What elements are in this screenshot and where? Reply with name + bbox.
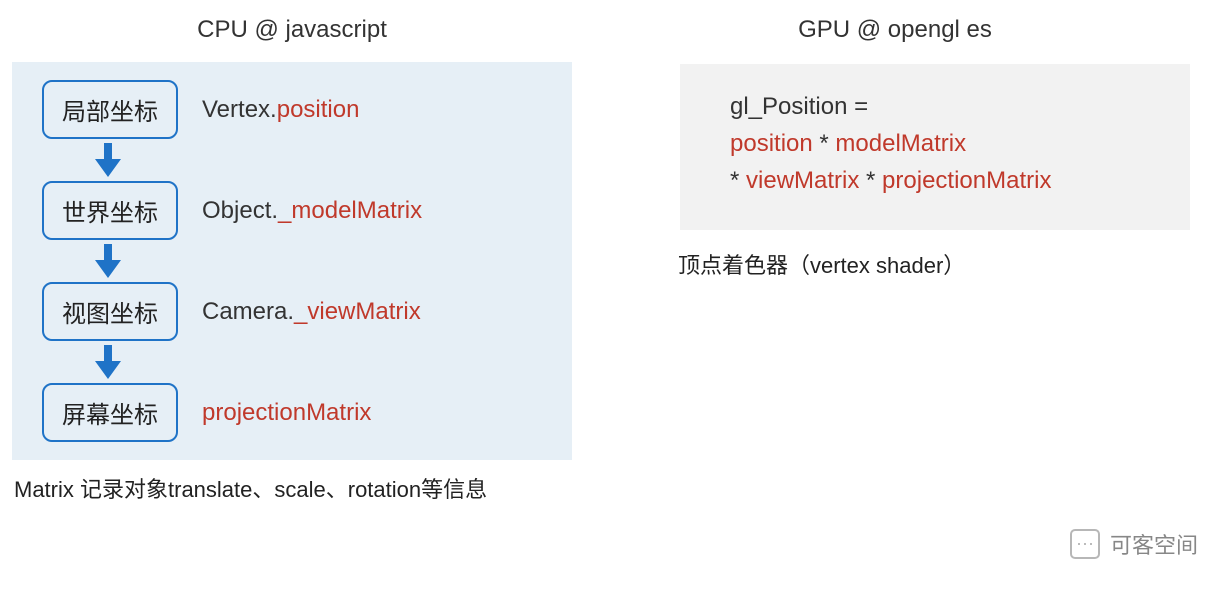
arrow-down-icon: [42, 345, 174, 379]
cpu-heading: CPU @ javascript: [12, 16, 572, 44]
step-red: _viewMatrix: [294, 298, 421, 325]
code-red: modelMatrix: [835, 130, 966, 157]
step-label-view: Camera._viewMatrix: [202, 298, 421, 326]
step-red: projectionMatrix: [202, 399, 371, 426]
step-label-local: Vertex.position: [202, 96, 359, 124]
gpu-heading: GPU @ opengl es: [640, 16, 1150, 44]
watermark: ⋯ 可客空间: [1070, 528, 1198, 560]
step-red: _modelMatrix: [278, 197, 422, 224]
cpu-column: CPU @ javascript 局部坐标 Vertex.position 世界…: [12, 16, 572, 504]
cpu-panel: 局部坐标 Vertex.position 世界坐标 Object._modelM…: [12, 62, 572, 460]
step-world: 世界坐标 Object._modelMatrix: [42, 181, 554, 240]
step-screen: 屏幕坐标 projectionMatrix: [42, 383, 554, 442]
code-red: viewMatrix: [746, 167, 859, 194]
watermark-text: 可客空间: [1110, 528, 1198, 560]
code-red: projectionMatrix: [882, 167, 1051, 194]
code-op: *: [730, 167, 746, 194]
arrow-down-icon: [42, 244, 174, 278]
step-prefix: Vertex.: [202, 96, 277, 123]
gpu-column: GPU @ opengl es gl_Position = position *…: [680, 16, 1190, 280]
code-line-2: position * modelMatrix: [730, 125, 1160, 162]
gpu-panel: gl_Position = position * modelMatrix * v…: [680, 64, 1190, 230]
cpu-footnote: Matrix 记录对象translate、scale、rotation等信息: [14, 472, 572, 504]
step-box-world: 世界坐标: [42, 181, 178, 240]
step-label-screen: projectionMatrix: [202, 399, 371, 427]
step-label-world: Object._modelMatrix: [202, 197, 422, 225]
code-op: *: [859, 167, 882, 194]
step-box-view: 视图坐标: [42, 282, 178, 341]
code-red: position: [730, 130, 813, 157]
gpu-caption: 顶点着色器（vertex shader）: [678, 248, 1190, 280]
step-view: 视图坐标 Camera._viewMatrix: [42, 282, 554, 341]
step-box-screen: 屏幕坐标: [42, 383, 178, 442]
step-prefix: Object.: [202, 197, 278, 224]
wechat-icon: ⋯: [1070, 529, 1100, 559]
step-local: 局部坐标 Vertex.position: [42, 80, 554, 139]
step-box-local: 局部坐标: [42, 80, 178, 139]
code-line-3: * viewMatrix * projectionMatrix: [730, 162, 1160, 199]
arrow-down-icon: [42, 143, 174, 177]
step-prefix: Camera.: [202, 298, 294, 325]
code-op: *: [813, 130, 836, 157]
step-red: position: [277, 96, 360, 123]
code-line-1: gl_Position =: [730, 88, 1160, 125]
